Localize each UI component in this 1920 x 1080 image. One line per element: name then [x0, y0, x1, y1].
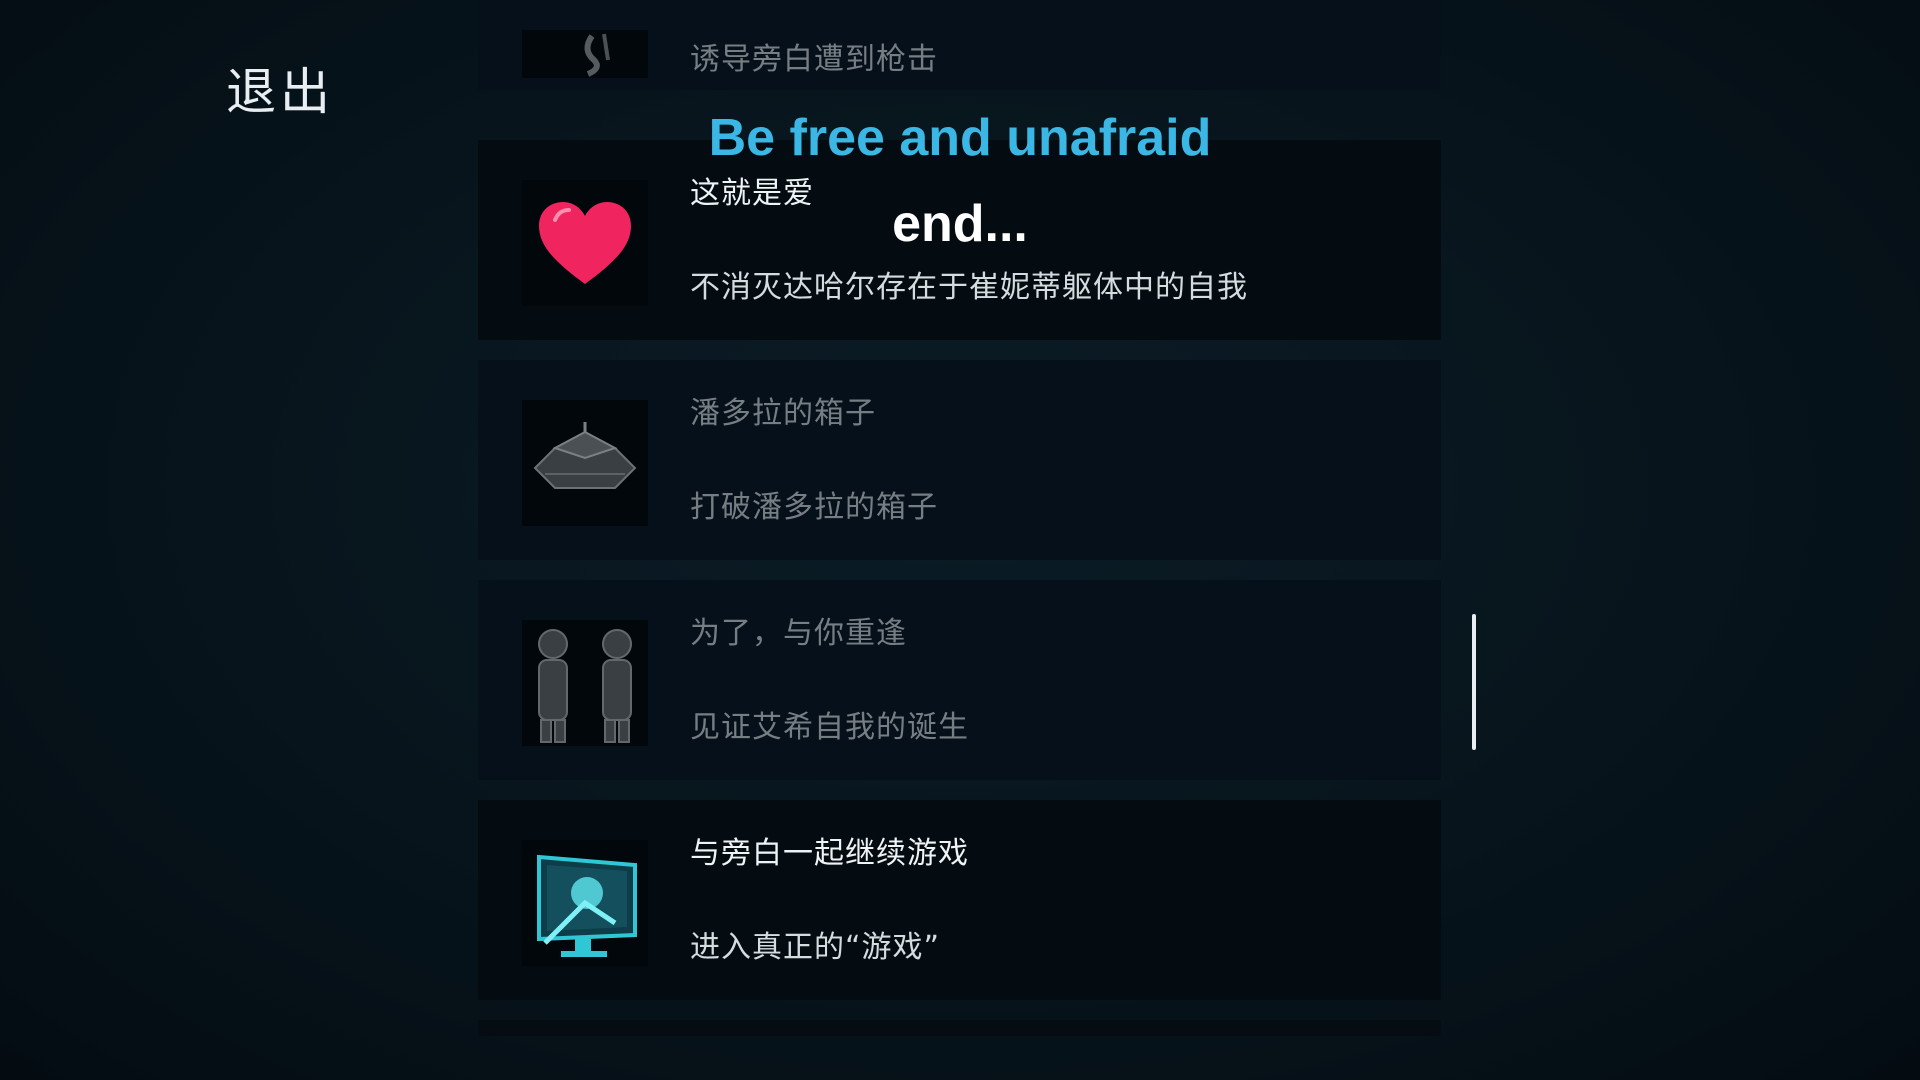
box-icon: [522, 400, 648, 526]
achievement-desc: 诱导旁白遭到枪击: [690, 42, 938, 77]
achievement-title: 潘多拉的箱子: [690, 396, 876, 431]
monitor-icon: [522, 840, 648, 966]
game-screen: 退出 诱导旁白遭到枪击 这就是爱 不消灭达哈尔存在于崔妮蒂躯体中的自我 潘多拉的…: [0, 0, 1920, 1080]
achievement-desc: 不消灭达哈尔存在于崔妮蒂躯体中的自我: [690, 270, 1248, 305]
subtitle-line: Be free and unafraid: [708, 109, 1212, 167]
figure-icon: [522, 30, 648, 78]
statues-icon: [522, 620, 648, 746]
achievement-card[interactable]: 与旁白一起继续游戏 进入真正的“游戏”: [478, 800, 1441, 1000]
achievement-card-partial[interactable]: [478, 1020, 1441, 1036]
achievement-card[interactable]: 潘多拉的箱子 打破潘多拉的箱子: [478, 360, 1441, 560]
achievement-title: 与旁白一起继续游戏: [690, 836, 969, 871]
achievement-card[interactable]: 诱导旁白遭到枪击: [478, 0, 1441, 90]
achievement-title: 为了，与你重逢: [690, 616, 907, 651]
achievement-card[interactable]: 为了，与你重逢 见证艾希自我的诞生: [478, 580, 1441, 780]
subtitle-end: end...: [892, 195, 1028, 253]
achievement-desc: 见证艾希自我的诞生: [690, 710, 969, 745]
achievement-desc: 进入真正的“游戏”: [690, 930, 941, 965]
scrollbar[interactable]: [1472, 614, 1476, 750]
achievement-desc: 打破潘多拉的箱子: [690, 490, 938, 525]
